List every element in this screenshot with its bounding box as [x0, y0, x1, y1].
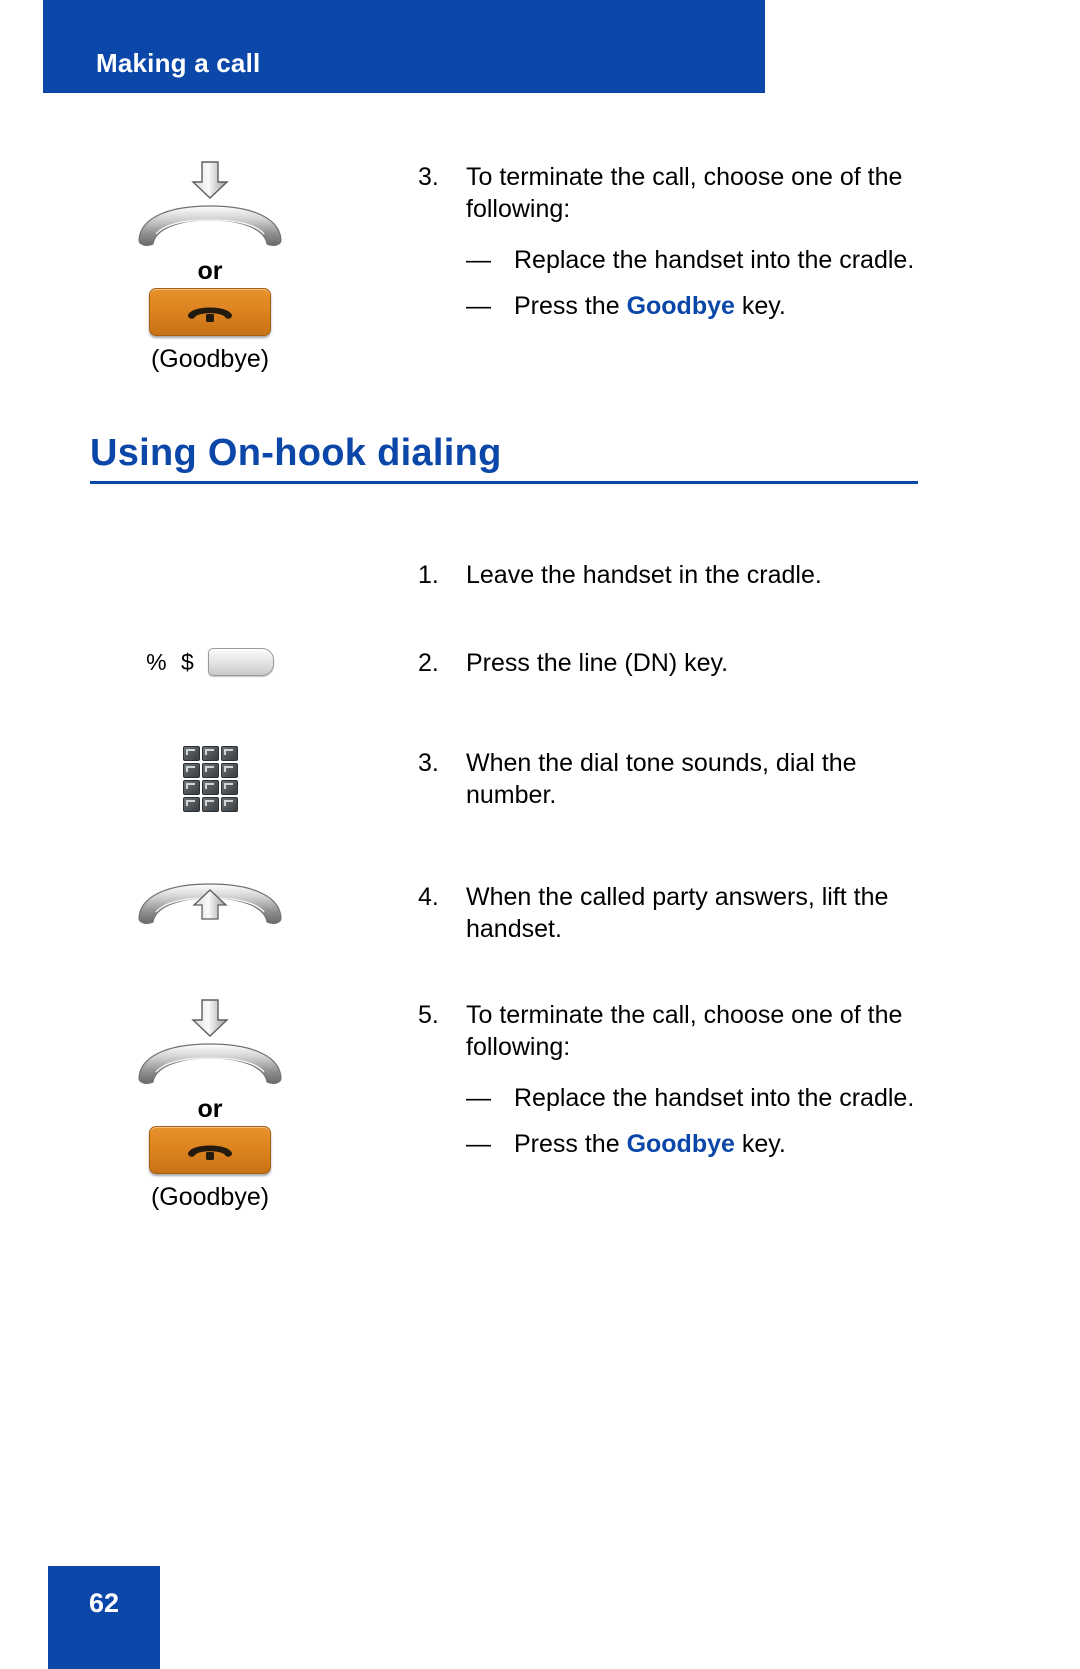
handset-icon [134, 1038, 286, 1086]
step-text: To terminate the call, choose one of the… [466, 1001, 903, 1061]
sub-item-text: Replace the handset into the cradle. [514, 246, 915, 274]
arrow-down-icon [134, 160, 286, 200]
em-dash: — [466, 246, 491, 274]
sub-item-press-goodbye-bottom: — Press the Goodbye key. [466, 1129, 938, 1161]
step-number: 3. [418, 163, 439, 191]
dialpad-key[interactable] [220, 746, 238, 761]
step-text: Press the line (DN) key. [466, 649, 729, 677]
step-text: To terminate the call, choose one of the… [466, 163, 903, 223]
step-number: 2. [418, 649, 439, 677]
section-heading-group: Using On-hook dialing [90, 432, 918, 484]
sub-item-text: Press the Goodbye key. [514, 291, 938, 323]
step-text: When the dial tone sounds, dial the numb… [466, 749, 857, 809]
icon-column-terminate-top: or (Goodbye) [60, 160, 360, 374]
step-4-lift-handset: 4. When the called party answers, lift t… [418, 882, 938, 945]
dialpad-key[interactable] [182, 780, 200, 795]
goodbye-key-bottom[interactable] [149, 1126, 271, 1174]
page-number-box: 62 [48, 1566, 160, 1669]
dialpad-key[interactable] [220, 763, 238, 778]
step-number: 4. [418, 883, 439, 911]
sub-suffix: key. [734, 1129, 786, 1158]
icon-column-step-3 [60, 745, 360, 818]
dialpad-row [182, 745, 239, 762]
step-number: 5. [418, 1001, 439, 1029]
dialpad-key[interactable] [182, 797, 200, 812]
handset-down-group [134, 160, 286, 253]
step-3-dial-number: 3. When the dial tone sounds, dial the n… [418, 748, 938, 811]
step-3-terminate: 3. To terminate the call, choose one of … [418, 162, 938, 225]
dialpad-key[interactable] [182, 763, 200, 778]
goodbye-caption-bottom: (Goodbye) [150, 1183, 270, 1211]
page-title: Using On-hook dialing [90, 432, 502, 474]
step-2-press-line-key: 2. Press the line (DN) key. [418, 648, 938, 680]
dialpad-key[interactable] [220, 797, 238, 812]
text-column-step-2: 2. Press the line (DN) key. [418, 648, 938, 680]
step-number: 3. [418, 749, 439, 777]
line-dn-key[interactable] [207, 648, 274, 676]
sub-item-text: Press the Goodbye key. [514, 1129, 938, 1161]
or-label-top: or [197, 257, 223, 285]
dn-key-characters: % $ [146, 648, 198, 675]
sub-suffix: key. [734, 291, 786, 320]
text-column-step-4: 4. When the called party answers, lift t… [418, 882, 938, 945]
heading-rule [90, 481, 918, 484]
handset-icon [134, 878, 286, 926]
goodbye-caption-top: (Goodbye) [150, 345, 270, 373]
sub-item-replace-handset-top: — Replace the handset into the cradle. [466, 245, 938, 277]
or-label-bottom: or [197, 1095, 223, 1123]
sub-item-press-goodbye-top: — Press the Goodbye key. [466, 291, 938, 323]
line-dn-key-group: % $ [146, 648, 274, 676]
icon-column-step-4 [60, 878, 360, 931]
sub-item-text: Replace the handset into the cradle. [514, 1084, 915, 1112]
em-dash: — [466, 291, 491, 320]
dialpad-key[interactable] [182, 746, 200, 761]
arrow-down-icon [134, 998, 286, 1038]
text-column-terminate-top: 3. To terminate the call, choose one of … [418, 162, 938, 322]
icon-column-terminate-bottom: or (Goodbye) [60, 998, 360, 1212]
dialpad-row [182, 796, 239, 813]
em-dash: — [466, 1129, 491, 1158]
step-number: 1. [418, 561, 439, 589]
dialpad-key[interactable] [201, 797, 219, 812]
step-5-terminate: 5. To terminate the call, choose one of … [418, 1000, 938, 1063]
dialpad-row [182, 779, 239, 796]
handset-icon [134, 200, 286, 248]
dialpad-row [182, 762, 239, 779]
page-number: 62 [88, 1588, 120, 1618]
goodbye-keyword: Goodbye [626, 291, 735, 320]
sub-prefix: Press the [514, 291, 627, 320]
running-header-title: Making a call [96, 48, 261, 78]
dialpad-key[interactable] [220, 780, 238, 795]
dialpad-key[interactable] [201, 780, 219, 795]
sub-prefix: Press the [514, 1129, 627, 1158]
icon-column-step-2: % $ [60, 648, 360, 676]
handset-up-group [134, 878, 286, 931]
goodbye-key-top[interactable] [149, 288, 271, 336]
step-text: When the called party answers, lift the … [466, 883, 889, 943]
handset-down-group [134, 998, 286, 1091]
sub-item-replace-handset-bottom: — Replace the handset into the cradle. [466, 1083, 938, 1115]
goodbye-keyword: Goodbye [626, 1129, 735, 1158]
text-column-step-3: 3. When the dial tone sounds, dial the n… [418, 748, 938, 811]
em-dash: — [466, 1084, 491, 1112]
step-1-leave-handset: 1. Leave the handset in the cradle. [418, 560, 938, 592]
step-text: Leave the handset in the cradle. [466, 561, 822, 589]
dialpad-key[interactable] [201, 763, 219, 778]
dialpad-icon[interactable] [182, 745, 239, 813]
dialpad-key[interactable] [201, 746, 219, 761]
text-column-step-1: 1. Leave the handset in the cradle. [418, 560, 938, 592]
text-column-terminate-bottom: 5. To terminate the call, choose one of … [418, 1000, 938, 1160]
running-header-bar: Making a call [43, 0, 765, 93]
